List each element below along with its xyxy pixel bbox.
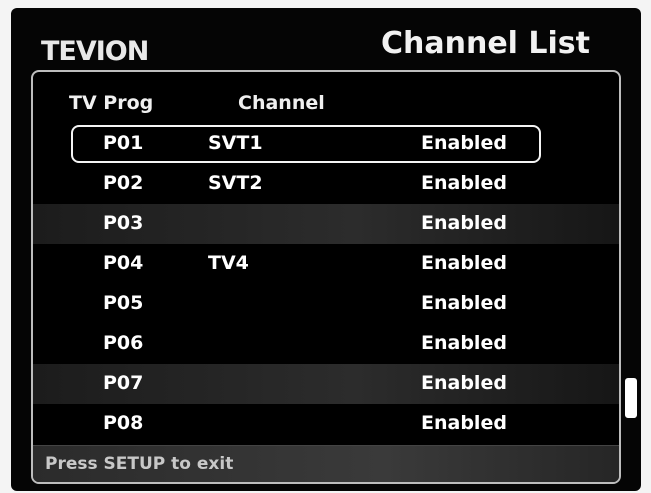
footer-hint-bar: Press SETUP to exit	[33, 445, 619, 482]
page-title: Channel List	[381, 26, 591, 61]
prog-number: P07	[103, 372, 144, 394]
column-header-channel: Channel	[238, 92, 325, 114]
status-text: Enabled	[421, 292, 507, 314]
status-text: Enabled	[421, 132, 507, 154]
prog-number: P03	[103, 212, 144, 234]
footer-hint-text: Press SETUP to exit	[45, 454, 234, 474]
channel-list: P01 SVT1 Enabled P02 SVT2 Enabled P03 En…	[33, 124, 619, 444]
status-text: Enabled	[421, 252, 507, 274]
channel-row-p06[interactable]: P06 Enabled	[33, 324, 619, 364]
channel-name: SVT1	[208, 132, 263, 154]
channel-row-p02[interactable]: P02 SVT2 Enabled	[33, 164, 619, 204]
channel-row-p03[interactable]: P03 Enabled	[33, 204, 619, 244]
channel-row-p04[interactable]: P04 TV4 Enabled	[33, 244, 619, 284]
status-text: Enabled	[421, 332, 507, 354]
channel-name: TV4	[208, 252, 249, 274]
channel-row-p07[interactable]: P07 Enabled	[33, 364, 619, 404]
prog-number: P02	[103, 172, 144, 194]
channel-list-panel: TV Prog Channel P01 SVT1 Enabled P02 SVT…	[31, 70, 621, 484]
status-text: Enabled	[421, 212, 507, 234]
status-text: Enabled	[421, 172, 507, 194]
status-text: Enabled	[421, 412, 507, 434]
channel-row-p01[interactable]: P01 SVT1 Enabled	[33, 124, 619, 164]
prog-number: P08	[103, 412, 144, 434]
channel-name: SVT2	[208, 172, 263, 194]
channel-row-p05[interactable]: P05 Enabled	[33, 284, 619, 324]
prog-number: P04	[103, 252, 144, 274]
prog-number: P05	[103, 292, 144, 314]
prog-number: P06	[103, 332, 144, 354]
background-sticker-fragment	[625, 378, 637, 418]
channel-row-p08[interactable]: P08 Enabled	[33, 404, 619, 444]
brand-logo: TEVION	[41, 36, 149, 67]
prog-number: P01	[103, 132, 144, 154]
column-header-tv-prog: TV Prog	[69, 92, 154, 114]
tv-screen: TEVION Channel List TV Prog Channel P01 …	[11, 8, 641, 491]
status-text: Enabled	[421, 372, 507, 394]
